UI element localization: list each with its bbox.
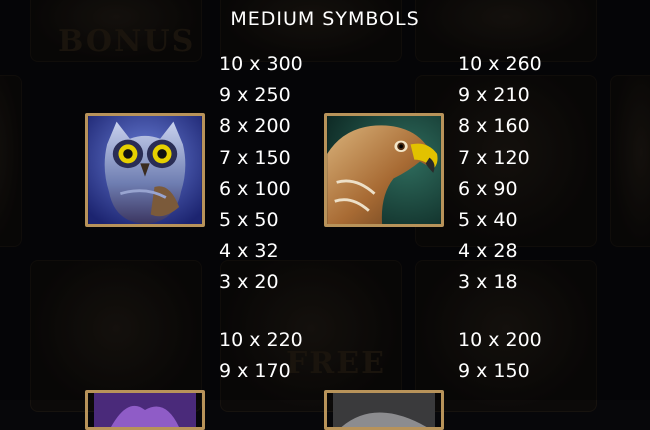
payout-line: 5 x 40 bbox=[458, 208, 518, 231]
purple-symbol-icon bbox=[94, 393, 196, 427]
payout-line: 5 x 50 bbox=[219, 208, 279, 231]
owl-paytable: 10 x 300 9 x 250 8 x 200 7 x 150 6 x 100… bbox=[219, 49, 303, 299]
payout-line: 10 x 200 bbox=[458, 329, 542, 351]
payout-line: 6 x 100 bbox=[219, 177, 291, 200]
payout-line: 9 x 210 bbox=[458, 84, 530, 107]
owl-icon bbox=[88, 116, 202, 224]
payout-line: 3 x 18 bbox=[458, 271, 518, 294]
payout-line: 6 x 90 bbox=[458, 177, 518, 200]
eagle-paytable: 10 x 260 9 x 210 8 x 160 7 x 120 6 x 90 … bbox=[458, 49, 542, 299]
grey-symbol-icon bbox=[333, 393, 435, 427]
payout-line: 8 x 160 bbox=[458, 115, 530, 138]
symbol-3 bbox=[85, 390, 205, 430]
eagle-icon bbox=[327, 116, 441, 224]
section-title: MEDIUM SYMBOLS bbox=[230, 8, 420, 30]
payout-line: 7 x 150 bbox=[219, 146, 291, 169]
payout-line: 4 x 32 bbox=[219, 240, 279, 263]
owl-symbol bbox=[85, 113, 205, 227]
payout-line: 9 x 170 bbox=[219, 360, 291, 383]
payout-line: 10 x 220 bbox=[219, 329, 303, 351]
payout-line: 9 x 150 bbox=[458, 360, 530, 383]
symbol-4 bbox=[324, 390, 444, 430]
eagle-symbol bbox=[324, 113, 444, 227]
payout-line: 8 x 200 bbox=[219, 115, 291, 138]
symbol-4-paytable: 10 x 200 9 x 150 bbox=[458, 325, 542, 387]
payout-line: 10 x 300 bbox=[219, 53, 303, 75]
payout-line: 3 x 20 bbox=[219, 271, 279, 294]
payout-line: 10 x 260 bbox=[458, 53, 542, 75]
symbol-3-paytable: 10 x 220 9 x 170 bbox=[219, 325, 303, 387]
payout-line: 9 x 250 bbox=[219, 84, 291, 107]
payout-line: 7 x 120 bbox=[458, 146, 530, 169]
payout-line: 4 x 28 bbox=[458, 240, 518, 263]
